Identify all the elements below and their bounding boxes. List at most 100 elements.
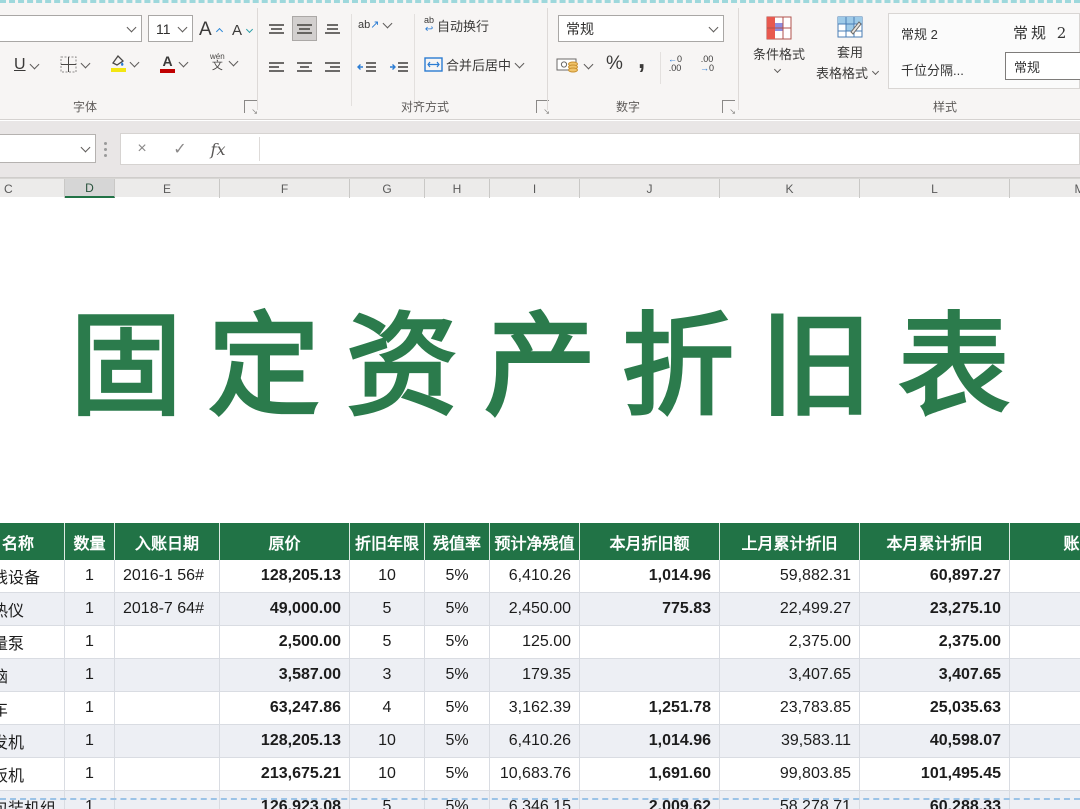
column-header-F[interactable]: F (220, 179, 350, 198)
cell[interactable]: 1 (65, 791, 115, 809)
cell[interactable]: 101,495.45 (860, 758, 1010, 791)
column-header-L[interactable]: L (860, 179, 1010, 198)
cell[interactable]: 1 (65, 560, 115, 593)
cell[interactable]: 1,014.96 (580, 560, 720, 593)
font-size-combo[interactable]: 11 (148, 15, 193, 42)
cell[interactable]: 5% (425, 791, 490, 809)
cell[interactable]: 3,407.65 (720, 659, 860, 692)
cell[interactable]: 10 (350, 560, 425, 593)
cell-style-item[interactable]: 千位分隔... (901, 60, 964, 79)
cell[interactable]: 2,375.00 (720, 626, 860, 659)
cell[interactable] (1010, 626, 1080, 659)
cell[interactable]: 2,450.00 (490, 593, 580, 626)
cell[interactable]: 2,375.00 (860, 626, 1010, 659)
cell[interactable]: 11 (1010, 758, 1080, 791)
phonetic-guide-button[interactable]: wén 文 (210, 53, 243, 72)
cell[interactable]: 128,205.13 (220, 560, 350, 593)
cell[interactable]: 5% (425, 659, 490, 692)
cell[interactable]: 23,783.85 (720, 692, 860, 725)
align-center-button[interactable] (292, 54, 317, 79)
formula-bar-handle-icon[interactable] (104, 142, 107, 145)
cell[interactable]: 63,247.86 (220, 692, 350, 725)
cell[interactable]: 5% (425, 560, 490, 593)
cell[interactable]: 1,251.78 (580, 692, 720, 725)
cell[interactable]: 775.83 (580, 593, 720, 626)
column-header-K[interactable]: K (720, 179, 860, 198)
column-header-M[interactable]: M (1010, 179, 1080, 198)
column-header-J[interactable]: J (580, 179, 720, 198)
column-header-H[interactable]: H (425, 179, 490, 198)
table-header-cell[interactable]: 折旧年限 (350, 523, 425, 560)
table-header-cell[interactable]: 名称 (0, 523, 65, 560)
cell[interactable]: 线设备 (0, 560, 65, 593)
cell[interactable]: 热仪 (0, 593, 65, 626)
orientation-button[interactable]: ab↗ (358, 18, 397, 31)
cell[interactable]: 99,803.85 (720, 758, 860, 791)
cell[interactable] (115, 626, 220, 659)
cell[interactable]: 6,410.26 (490, 725, 580, 758)
cell[interactable]: 49,000.00 (220, 593, 350, 626)
cell[interactable]: 40,598.07 (860, 725, 1010, 758)
cell-style-item[interactable]: 常规 2 (901, 24, 938, 43)
cell[interactable] (580, 659, 720, 692)
cell[interactable]: 213,675.21 (220, 758, 350, 791)
cell[interactable]: 5 (350, 593, 425, 626)
table-header-cell[interactable]: 预计净残值 (490, 523, 580, 560)
cell[interactable]: 59,882.31 (720, 560, 860, 593)
align-right-button[interactable] (320, 54, 345, 79)
fill-color-button[interactable] (110, 54, 144, 72)
cell[interactable]: 179.35 (490, 659, 580, 692)
column-header-C[interactable]: C (0, 179, 65, 198)
cell[interactable] (115, 659, 220, 692)
cell[interactable]: 10,683.76 (490, 758, 580, 791)
cell[interactable]: 1 (65, 725, 115, 758)
cell[interactable]: 58,278.71 (720, 791, 860, 809)
table-header-cell[interactable]: 残值率 (425, 523, 490, 560)
decrease-font-size-button[interactable]: A (232, 18, 258, 43)
cell[interactable] (115, 758, 220, 791)
font-name-combo[interactable] (0, 15, 142, 42)
align-middle-button[interactable] (292, 16, 317, 41)
cell[interactable]: 6,410.26 (490, 560, 580, 593)
cell[interactable]: 2016-1 56# (115, 560, 220, 593)
cell[interactable]: 126,923.08 (220, 791, 350, 809)
cell[interactable] (115, 725, 220, 758)
table-header-cell[interactable]: 入账日期 (115, 523, 220, 560)
decrease-indent-button[interactable] (354, 54, 379, 79)
cell-style-item-selected[interactable]: 常规 (1005, 52, 1080, 80)
column-header-D[interactable]: D (65, 179, 115, 198)
cell[interactable]: 发机 (0, 725, 65, 758)
cell[interactable]: 8 (1010, 725, 1080, 758)
column-header-G[interactable]: G (350, 179, 425, 198)
cancel-button[interactable]: × (127, 134, 157, 164)
cell[interactable]: 车 (0, 692, 65, 725)
cell[interactable] (115, 692, 220, 725)
cell[interactable]: 1,014.96 (580, 725, 720, 758)
borders-button[interactable] (60, 56, 95, 73)
cell[interactable]: 22,499.27 (720, 593, 860, 626)
align-bottom-button[interactable] (320, 16, 345, 41)
decrease-decimal-button[interactable]: .00 →0 (700, 55, 714, 73)
comma-style-button[interactable]: , (638, 44, 645, 75)
cell[interactable]: 5% (425, 626, 490, 659)
cell[interactable]: 5% (425, 593, 490, 626)
cell[interactable]: 2,500.00 (220, 626, 350, 659)
wrap-text-button[interactable]: ab ↩ 自动换行 (424, 16, 489, 35)
font-color-button[interactable]: A (160, 54, 193, 73)
cell[interactable]: 4 (350, 692, 425, 725)
sheet-title-cell[interactable]: 固定资产折旧表 (13, 276, 1080, 438)
underline-button[interactable]: U (14, 56, 44, 74)
cell[interactable]: 5% (425, 758, 490, 791)
cell[interactable]: 128,205.13 (220, 725, 350, 758)
insert-function-button[interactable]: fx (203, 134, 233, 164)
cell[interactable]: 3 (350, 659, 425, 692)
table-header-cell[interactable]: 上月累计折旧 (720, 523, 860, 560)
cell[interactable] (1010, 659, 1080, 692)
cell[interactable]: 1 (65, 626, 115, 659)
column-header-I[interactable]: I (490, 179, 580, 198)
cell[interactable]: 1,691.60 (580, 758, 720, 791)
table-header-cell[interactable]: 本月折旧额 (580, 523, 720, 560)
table-header-cell[interactable]: 原价 (220, 523, 350, 560)
cell[interactable]: 1 (65, 593, 115, 626)
cell[interactable]: 39,583.11 (720, 725, 860, 758)
